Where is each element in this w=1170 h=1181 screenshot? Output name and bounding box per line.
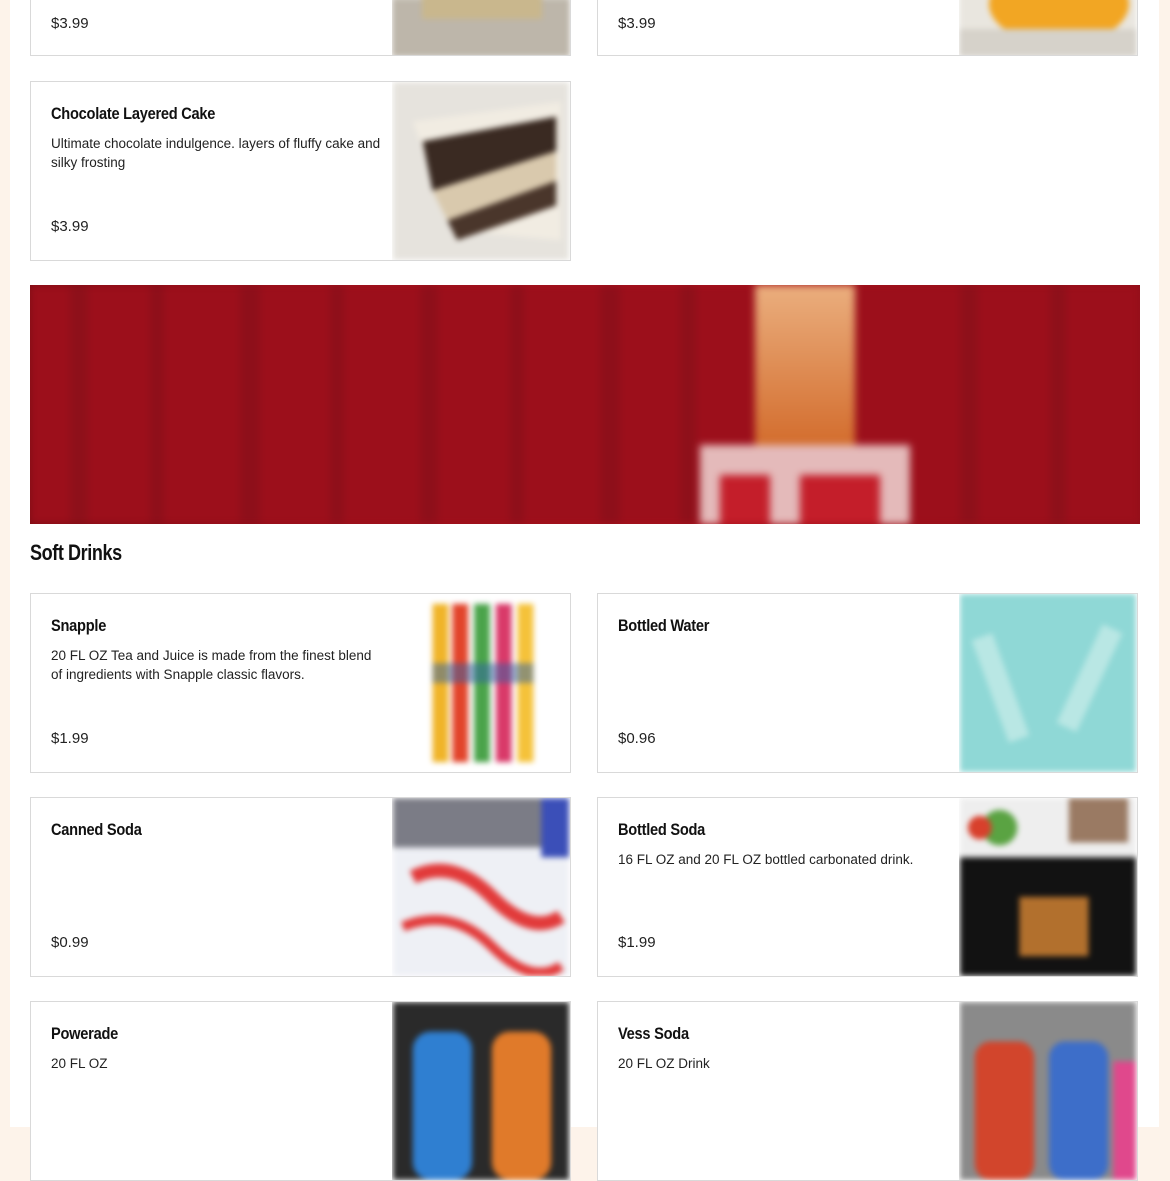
item-description: Ultimate chocolate indulgence. layers of… bbox=[51, 136, 381, 170]
menu-item-card[interactable]: $3.99 bbox=[597, 0, 1138, 56]
item-title: Chocolate Layered Cake bbox=[51, 104, 216, 123]
item-price: $1.99 bbox=[618, 934, 656, 951]
item-title: Vess Soda bbox=[618, 1024, 689, 1043]
item-title: Bottled Water bbox=[618, 616, 710, 635]
item-price: $3.99 bbox=[618, 15, 656, 32]
item-description: 16 FL OZ and 20 FL OZ bottled carbonated… bbox=[618, 852, 914, 867]
item-photo bbox=[959, 594, 1137, 772]
item-photo bbox=[392, 1002, 570, 1180]
section-heading: Soft Drinks bbox=[30, 540, 122, 565]
item-description: 20 FL OZ bbox=[51, 1056, 108, 1071]
item-photo bbox=[959, 0, 1137, 55]
menu-item-card[interactable]: Snapple 20 FL OZ Tea and Juice is made f… bbox=[30, 593, 571, 773]
menu-item-card[interactable]: Bottled Soda 16 FL OZ and 20 FL OZ bottl… bbox=[597, 797, 1138, 977]
menu-item-card[interactable]: Vess Soda 20 FL OZ Drink bbox=[597, 1001, 1138, 1181]
item-title: Bottled Soda bbox=[618, 820, 706, 839]
item-price: $3.99 bbox=[51, 218, 89, 235]
item-price: $3.99 bbox=[51, 15, 89, 32]
menu-item-card[interactable]: Powerade 20 FL OZ bbox=[30, 1001, 571, 1181]
item-title: Snapple bbox=[51, 616, 107, 635]
menu-item-card[interactable]: Canned Soda $0.99 bbox=[30, 797, 571, 977]
item-photo bbox=[392, 82, 570, 260]
menu-page: $3.99 $3.99 Chocolate Layered Cake Ultim… bbox=[10, 0, 1159, 1181]
item-description: 20 FL OZ Drink bbox=[618, 1056, 710, 1071]
item-price: $0.96 bbox=[618, 730, 656, 747]
item-title: Canned Soda bbox=[51, 820, 142, 839]
menu-item-card[interactable]: Bottled Water $0.96 bbox=[597, 593, 1138, 773]
item-price: $0.99 bbox=[51, 934, 89, 951]
item-title: Powerade bbox=[51, 1024, 119, 1043]
item-photo bbox=[959, 798, 1137, 976]
item-photo bbox=[392, 0, 570, 55]
menu-item-card[interactable]: Chocolate Layered Cake Ultimate chocolat… bbox=[30, 81, 571, 261]
soft-drinks-banner-image bbox=[30, 285, 1140, 524]
item-price: $1.99 bbox=[51, 730, 89, 747]
item-photo bbox=[392, 798, 570, 976]
item-description: 20 FL OZ Tea and Juice is made from the … bbox=[51, 648, 372, 682]
menu-item-card[interactable]: $3.99 bbox=[30, 0, 571, 56]
item-photo bbox=[959, 1002, 1137, 1180]
item-photo bbox=[392, 594, 570, 772]
